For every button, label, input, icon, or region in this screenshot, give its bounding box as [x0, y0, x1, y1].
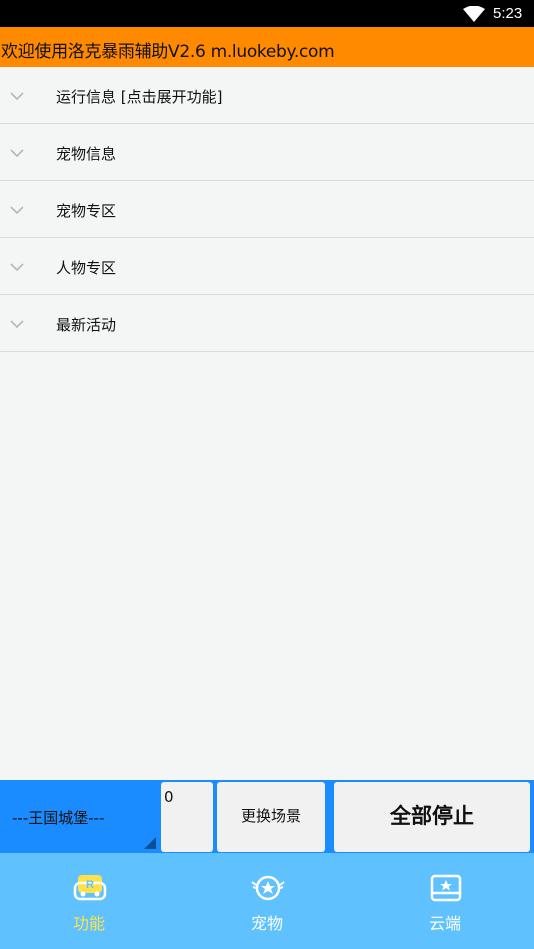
title-bar: 欢迎使用洛克暴雨辅助V2.6 m.luokeby.com: [0, 27, 534, 67]
tab-label: 功能: [72, 914, 105, 933]
menu-item-label: 运行信息 [点击展开功能]: [56, 88, 223, 106]
cloud-card-icon: [430, 874, 462, 902]
status-time: 5:23: [493, 5, 523, 22]
count-value: 0: [164, 788, 174, 806]
count-input[interactable]: 0: [161, 782, 213, 852]
menu-item-pet-zone[interactable]: 宠物专区: [0, 181, 534, 238]
control-panel: ---王国城堡--- 0 更换场景 全部停止: [0, 780, 534, 853]
app-title: 欢迎使用洛克暴雨辅助V2.6 m.luokeby.com: [1, 42, 335, 62]
chevron-down-icon: [10, 320, 24, 329]
stop-all-button[interactable]: 全部停止: [334, 782, 530, 852]
status-bar: 5:23: [0, 0, 534, 27]
bottom-tab-bar: R 功能 宠物 云端: [0, 853, 534, 949]
tab-function[interactable]: R 功能: [0, 853, 178, 949]
dropdown-corner-icon: [144, 837, 156, 849]
tab-label: 云端: [428, 914, 461, 933]
menu-item-latest-events[interactable]: 最新活动: [0, 295, 534, 352]
menu-item-label: 宠物信息: [56, 145, 117, 163]
menu-item-pet-info[interactable]: 宠物信息: [0, 124, 534, 181]
pet-star-icon: [251, 875, 285, 901]
tab-pet[interactable]: 宠物: [178, 853, 356, 949]
chevron-down-icon: [10, 263, 24, 272]
chevron-down-icon: [10, 206, 24, 215]
scene-select-value: ---王国城堡---: [12, 809, 105, 827]
tab-label: 宠物: [250, 914, 283, 933]
menu-item-label: 人物专区: [56, 259, 117, 277]
wifi-icon: [463, 6, 485, 22]
chevron-down-icon: [10, 149, 24, 158]
menu-item-run-info[interactable]: 运行信息 [点击展开功能]: [0, 67, 534, 124]
menu-item-label: 宠物专区: [56, 202, 117, 220]
chevron-down-icon: [10, 92, 24, 101]
change-scene-button[interactable]: 更换场景: [217, 782, 325, 852]
menu-item-label: 最新活动: [56, 316, 117, 334]
robot-icon: R: [73, 875, 107, 901]
scene-select[interactable]: ---王国城堡---: [0, 780, 158, 853]
tab-cloud[interactable]: 云端: [356, 853, 534, 949]
menu-item-character-zone[interactable]: 人物专区: [0, 238, 534, 295]
svg-text:R: R: [86, 879, 94, 891]
menu-list: 运行信息 [点击展开功能] 宠物信息 宠物专区 人物专区 最新活动: [0, 67, 534, 352]
